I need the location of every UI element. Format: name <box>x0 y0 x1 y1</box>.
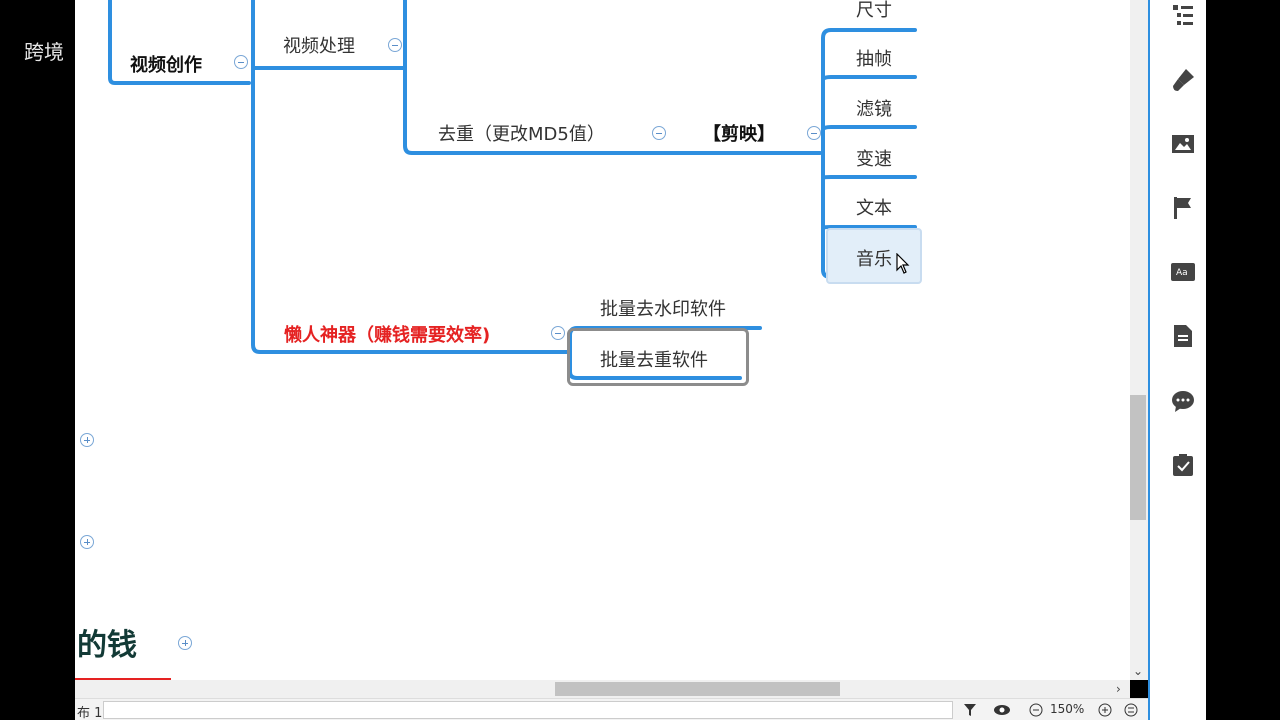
text-style-icon[interactable]: Aa <box>1170 259 1196 285</box>
expand-toggle[interactable] <box>80 535 94 549</box>
scroll-right-arrow-icon[interactable]: › <box>1116 682 1121 696</box>
collapse-toggle[interactable] <box>551 326 565 340</box>
format-brush-icon[interactable] <box>1170 67 1196 93</box>
mindmap-canvas[interactable]: 视频创作 视频处理 去重（更改MD5值） 【剪映】 尺寸 抽帧 滤镜 变速 文本… <box>75 0 1130 680</box>
sheet-tabs-area <box>103 701 953 719</box>
fit-icon[interactable] <box>1124 703 1138 717</box>
node-jy-size[interactable]: 尺寸 <box>856 0 892 22</box>
node-batch-dedupe[interactable]: 批量去重软件 <box>600 350 708 372</box>
collapse-toggle[interactable] <box>234 55 248 69</box>
expand-toggle[interactable] <box>80 433 94 447</box>
zoom-level: 150% <box>1050 702 1085 716</box>
collapse-toggle[interactable] <box>807 126 821 140</box>
node-batch-watermark[interactable]: 批量去水印软件 <box>600 299 726 321</box>
video-watermark: 跨境 <box>24 40 64 64</box>
eye-icon[interactable] <box>993 703 1011 717</box>
collapse-toggle[interactable] <box>652 126 666 140</box>
node-video-creation[interactable]: 视频创作 <box>130 55 202 77</box>
zoom-out-icon[interactable] <box>1029 703 1043 717</box>
comment-icon[interactable] <box>1170 388 1196 414</box>
outline-icon[interactable] <box>1170 2 1196 28</box>
mouse-cursor-icon <box>896 253 910 274</box>
node-money-heading[interactable]: 的钱 <box>77 628 137 664</box>
vertical-scroll-thumb[interactable] <box>1130 395 1146 520</box>
node-jy-filter[interactable]: 滤镜 <box>856 99 892 121</box>
node-jy-frame[interactable]: 抽帧 <box>856 49 892 71</box>
flag-icon[interactable] <box>1170 195 1196 221</box>
image-icon[interactable] <box>1170 131 1196 157</box>
vertical-scrollbar[interactable] <box>1130 0 1148 680</box>
filter-icon[interactable] <box>963 703 977 717</box>
svg-text:Aa: Aa <box>1176 268 1188 278</box>
node-dedupe-md5[interactable]: 去重（更改MD5值） <box>438 124 605 146</box>
node-jianying[interactable]: 【剪映】 <box>703 124 775 146</box>
status-bar: 布 1 150% <box>75 698 1148 720</box>
collapse-toggle[interactable] <box>388 38 402 52</box>
sheet-tab[interactable]: 布 1 <box>77 702 102 720</box>
zoom-in-icon[interactable] <box>1098 703 1112 717</box>
expand-toggle[interactable] <box>178 636 192 650</box>
scroll-down-arrow-icon[interactable]: ⌄ <box>1133 664 1143 678</box>
note-icon[interactable] <box>1170 323 1196 349</box>
node-jy-speed[interactable]: 变速 <box>856 149 892 171</box>
task-icon[interactable] <box>1170 452 1196 478</box>
horizontal-scroll-thumb[interactable] <box>555 682 840 696</box>
right-sidebar: Aa <box>1148 0 1206 720</box>
node-video-processing[interactable]: 视频处理 <box>283 36 355 58</box>
node-jy-music[interactable]: 音乐 <box>856 249 892 271</box>
node-lazy-tools[interactable]: 懒人神器（赚钱需要效率) <box>284 325 490 347</box>
node-jy-text[interactable]: 文本 <box>856 198 892 220</box>
